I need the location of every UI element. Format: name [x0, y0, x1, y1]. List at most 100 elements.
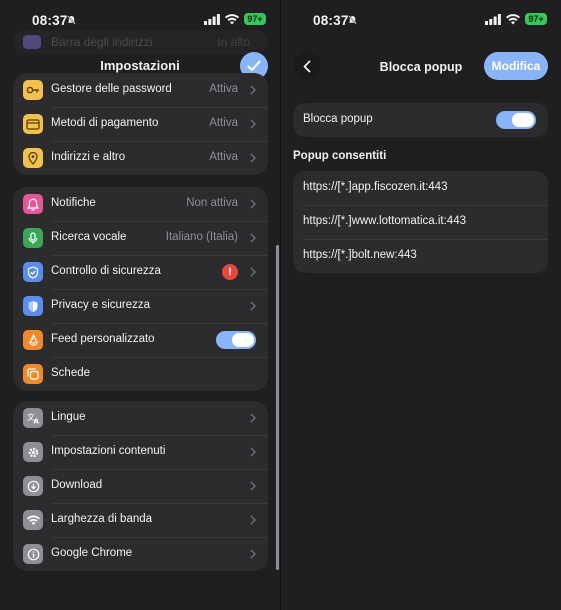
chevron-right-icon: [250, 481, 256, 491]
address-bar-icon: [23, 35, 41, 49]
settings-row-password-manager[interactable]: Gestore delle password Attiva: [13, 73, 268, 107]
allowed-site-url: https://[*.]bolt.new:443: [303, 249, 417, 261]
info-icon: [23, 544, 43, 564]
partial-row-address-bar[interactable]: Barra degli indirizzi In alto: [13, 30, 268, 54]
settings-row-personalized-feed[interactable]: Feed personalizzato: [13, 323, 268, 357]
bell-icon: [23, 194, 43, 214]
back-button[interactable]: [293, 52, 321, 80]
row-label: Privacy e sicurezza: [51, 299, 151, 311]
flame-icon: [23, 330, 43, 350]
row-label: Google Chrome: [51, 547, 133, 559]
chevron-left-icon: [303, 60, 311, 72]
allowed-site-url: https://[*.]app.fiscozen.it:443: [303, 181, 448, 193]
settings-group-general: Notifiche Non attiva Ricerca vocale Ital…: [13, 187, 268, 391]
credit-card-icon: [23, 114, 43, 134]
status-time: 08:37: [313, 13, 349, 28]
checkmark-icon: [247, 60, 261, 71]
chevron-right-icon: [250, 267, 256, 277]
signal-icon: [204, 13, 220, 25]
shield-icon: [23, 296, 43, 316]
row-label: Metodi di pagamento: [51, 117, 159, 129]
page-title: Blocca popup: [379, 60, 463, 74]
settings-row-payment-methods[interactable]: Metodi di pagamento Attiva: [13, 107, 268, 141]
row-label: Larghezza di banda: [51, 513, 153, 525]
settings-row-downloads[interactable]: Download: [13, 469, 268, 503]
settings-row-addresses[interactable]: Indirizzi e altro Attiva: [13, 141, 268, 175]
list-item[interactable]: https://[*.]www.lottomatica.it:443: [293, 205, 548, 239]
list-item[interactable]: https://[*.]app.fiscozen.it:443: [293, 171, 548, 205]
row-label: Ricerca vocale: [51, 231, 127, 243]
row-value: Attiva: [209, 151, 238, 163]
settings-row-google-chrome[interactable]: Google Chrome: [13, 537, 268, 571]
settings-row-notifications[interactable]: Notifiche Non attiva: [13, 187, 268, 221]
allowed-site-url: https://[*.]www.lottomatica.it:443: [303, 215, 466, 227]
svg-text:A: A: [33, 418, 39, 425]
bell-off-icon: [348, 15, 357, 25]
status-time: 08:37: [32, 13, 68, 28]
row-label: Indirizzi e altro: [51, 151, 126, 163]
location-pin-icon: [23, 148, 43, 168]
tabs-icon: [23, 364, 43, 384]
chevron-right-icon: [250, 199, 256, 209]
popup-screen: 08:37 97+ Blocca popup Modifica Blocca p…: [281, 0, 561, 610]
wifi-icon: [23, 510, 43, 530]
settings-group-autofill: Gestore delle password Attiva Metodi di …: [13, 73, 268, 175]
alert-badge: !: [222, 264, 238, 280]
key-icon: [23, 80, 43, 100]
block-popup-card: Blocca popup: [293, 103, 548, 137]
signal-icon: [485, 13, 501, 25]
partial-row-label: Barra degli indirizzi: [51, 35, 153, 49]
row-label: Download: [51, 479, 103, 491]
chevron-right-icon: [250, 85, 256, 95]
chevron-right-icon: [250, 233, 256, 243]
battery-indicator: 97+: [244, 13, 266, 25]
row-label: Notifiche: [51, 197, 96, 209]
translate-icon: 文A: [23, 408, 43, 428]
settings-row-privacy[interactable]: Privacy e sicurezza: [13, 289, 268, 323]
row-value: Attiva: [209, 117, 238, 129]
edit-button[interactable]: Modifica: [484, 52, 548, 80]
row-label: Gestore delle password: [51, 83, 172, 95]
settings-row-tabs[interactable]: Schede: [13, 357, 268, 391]
page-title: Impostazioni: [100, 58, 180, 73]
toggle-knob: [512, 113, 534, 127]
settings-row-content-settings[interactable]: Impostazioni contenuti: [13, 435, 268, 469]
row-label: Lingue: [51, 411, 86, 423]
scrollbar[interactable]: [276, 245, 279, 570]
wifi-icon: [506, 13, 520, 24]
chevron-right-icon: [250, 447, 256, 457]
allowed-popups-list: https://[*.]app.fiscozen.it:443 https://…: [293, 171, 548, 273]
block-popup-toggle[interactable]: [496, 111, 536, 129]
row-label: Impostazioni contenuti: [51, 445, 166, 457]
toggle-knob: [232, 333, 254, 347]
list-item[interactable]: https://[*.]bolt.new:443: [293, 239, 548, 273]
status-icons: 97+: [485, 13, 547, 25]
row-value: Italiano (Italia): [165, 231, 238, 243]
status-bar: 08:37 97+: [281, 0, 561, 38]
battery-indicator: 97+: [525, 13, 547, 25]
gear-icon: [23, 442, 43, 462]
settings-row-safety-check[interactable]: Controllo di sicurezza !: [13, 255, 268, 289]
block-popup-label: Blocca popup: [303, 113, 373, 125]
chevron-right-icon: [250, 119, 256, 129]
partial-row-value: In alto: [217, 35, 250, 49]
microphone-icon: [23, 228, 43, 248]
status-icons: 97+: [204, 13, 266, 25]
block-popup-row[interactable]: Blocca popup: [293, 103, 548, 137]
settings-screen: 08:37 97+ Barra degli indirizzi In alto …: [0, 0, 280, 610]
shield-check-icon: [23, 262, 43, 282]
wifi-icon: [225, 13, 239, 24]
download-icon: [23, 476, 43, 496]
chevron-right-icon: [250, 549, 256, 559]
chevron-right-icon: [250, 301, 256, 311]
personalized-feed-toggle[interactable]: [216, 331, 256, 349]
settings-row-voice-search[interactable]: Ricerca vocale Italiano (Italia): [13, 221, 268, 255]
row-label: Feed personalizzato: [51, 333, 155, 345]
settings-row-bandwidth[interactable]: Larghezza di banda: [13, 503, 268, 537]
settings-row-languages[interactable]: 文A Lingue: [13, 401, 268, 435]
chevron-right-icon: [250, 413, 256, 423]
chevron-right-icon: [250, 153, 256, 163]
row-value: Attiva: [209, 83, 238, 95]
row-label: Schede: [51, 367, 91, 379]
allowed-popups-heading: Popup consentiti: [293, 150, 387, 162]
